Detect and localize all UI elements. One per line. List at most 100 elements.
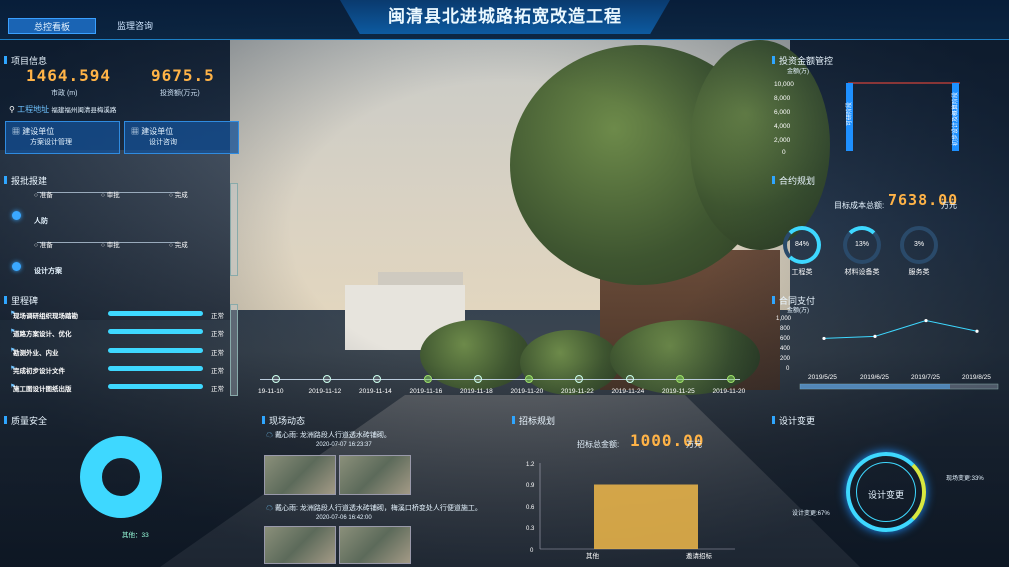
ring-materials-pct: 13% bbox=[854, 241, 869, 248]
milestone-progress bbox=[108, 384, 203, 389]
unit-sub: 方案设计管理 bbox=[30, 139, 72, 146]
bidding-ytick: 0.3 bbox=[526, 526, 535, 532]
bidding-ytick: 0.6 bbox=[526, 505, 535, 511]
tab-dashboard[interactable]: 总控看板 bbox=[8, 18, 96, 34]
pay-ytick: 600 bbox=[780, 336, 791, 342]
timeline-date: 2019-11-20 bbox=[510, 388, 544, 395]
quality-donut bbox=[80, 436, 162, 518]
pay-point[interactable] bbox=[822, 336, 826, 341]
news-photo[interactable] bbox=[339, 455, 411, 495]
investment-label: 投资额(万元) bbox=[160, 90, 200, 97]
timeline-node[interactable] bbox=[373, 375, 381, 383]
news-date: 2020-07-07 16:23:37 bbox=[316, 442, 372, 448]
pay-point[interactable] bbox=[975, 329, 979, 333]
milestone-status: 正常 bbox=[211, 331, 224, 338]
timeline-node[interactable] bbox=[575, 375, 583, 383]
length-label: 市政 (m) bbox=[51, 90, 78, 97]
unit-title: ▦ 建设单位 bbox=[12, 127, 55, 136]
timeline-node[interactable] bbox=[474, 375, 482, 383]
contract-pay-chart: 1,000 800 600 400 200 0 2019/5/25 2019/6… bbox=[776, 316, 999, 390]
bidding-xtick: 其他 bbox=[586, 551, 600, 560]
investment-ytick: 0 bbox=[782, 149, 786, 156]
timeline-node[interactable] bbox=[272, 375, 280, 383]
milestone-progress bbox=[108, 366, 203, 371]
approval-node-dot bbox=[12, 211, 21, 220]
address-value: 福建福州闽清县梅溪路 bbox=[51, 107, 117, 114]
news-item[interactable]: ☁ 戴心雨: 龙洲路段人行道透水砖铺砌。 bbox=[266, 430, 446, 440]
ring-services-label: 服务类 bbox=[908, 269, 930, 276]
unit-title: ▦ 建设单位 bbox=[131, 127, 174, 136]
timeline-node[interactable] bbox=[524, 375, 533, 383]
milestone-label: 施工图设计图纸出版 bbox=[13, 386, 72, 393]
ring-engineering-label: 工程类 bbox=[791, 269, 813, 276]
site-news-heading: 现场动态 bbox=[262, 414, 305, 427]
page-title: 闽清县北进城路拓宽改造工程 bbox=[388, 7, 622, 26]
address-row: ⚲ 工程地址 福建福州闽清县梅溪路 bbox=[9, 104, 116, 115]
investment-value: 9675.5 bbox=[151, 66, 215, 85]
investment-ytick: 2,000 bbox=[774, 137, 791, 144]
approval-scrollbar[interactable] bbox=[230, 183, 238, 276]
timeline-node[interactable] bbox=[676, 375, 684, 383]
timeline-node[interactable] bbox=[322, 375, 331, 383]
unit-button-consulting[interactable]: ▦ 建设单位 设计咨询 bbox=[124, 121, 239, 154]
milestone-label: 完成初步设计文件 bbox=[13, 368, 65, 375]
milestone-status: 正常 bbox=[211, 368, 224, 375]
pay-xtick: 2019/6/25 bbox=[860, 374, 889, 381]
approval-node-dot bbox=[12, 262, 21, 271]
timeline-node[interactable] bbox=[726, 375, 735, 383]
pay-point[interactable] bbox=[873, 334, 877, 338]
pay-scroll-thumb[interactable] bbox=[800, 384, 950, 389]
contract-plan-heading: 合约规划 bbox=[772, 174, 815, 187]
milestones-heading: 里程碑 bbox=[4, 294, 38, 307]
timeline-date: 2019-11-14 bbox=[359, 388, 392, 395]
milestone-progress bbox=[108, 329, 203, 334]
pay-xtick: 2019/7/25 bbox=[911, 374, 940, 381]
design-change-heading: 设计变更 bbox=[772, 414, 815, 427]
quality-legend: 其他：33 bbox=[122, 532, 149, 539]
step-done: ○ 完成 bbox=[169, 192, 188, 199]
target-unit: 万元 bbox=[941, 201, 957, 210]
bidding-ytick: 1.2 bbox=[526, 462, 535, 468]
tab-supervision[interactable]: 监理咨询 bbox=[100, 18, 170, 34]
pay-ytick: 0 bbox=[786, 366, 790, 372]
avatar-icon: ☁ bbox=[266, 505, 273, 512]
pay-ytick: 400 bbox=[780, 346, 791, 352]
unit-button-management[interactable]: ▦ 建设单位 方案设计管理 bbox=[5, 121, 120, 154]
design-change-center: 设计变更 bbox=[867, 490, 904, 500]
approval-group-name: 设计方案 bbox=[34, 268, 62, 275]
pay-xtick: 2019/5/25 bbox=[808, 374, 837, 381]
timeline-date: 2019-11-16 bbox=[409, 388, 443, 395]
news-date: 2020-07-06 16:42:00 bbox=[316, 515, 372, 521]
approval-heading: 报批报建 bbox=[4, 174, 47, 187]
address-label: 工程地址 bbox=[17, 105, 50, 114]
news-photo[interactable] bbox=[264, 526, 336, 564]
timeline-node[interactable] bbox=[625, 375, 634, 383]
ring-engineering-pct: 84% bbox=[794, 241, 809, 248]
milestone-status: 正常 bbox=[211, 313, 224, 320]
timeline-date: 19-11-10 bbox=[258, 388, 284, 395]
news-text: 戴心雨: 龙洲路段人行道透水砖铺砌。 bbox=[274, 432, 391, 439]
investment-ytick: 6,000 bbox=[774, 109, 791, 116]
pay-ytick: 1,000 bbox=[776, 316, 792, 322]
design-change-legend-left: 设计变更:67% bbox=[792, 511, 830, 517]
investment-ytick: 10,000 bbox=[774, 81, 794, 88]
bidding-xtick: 邀请招标 bbox=[686, 551, 713, 560]
milestones-scrollbar[interactable] bbox=[230, 304, 238, 396]
news-photo[interactable] bbox=[339, 526, 411, 564]
news-item[interactable]: ☁ 戴心雨: 龙洲路段人行道透水砖铺砌，梅溪口桥变处人行便道施工。 bbox=[266, 503, 496, 513]
timeline-node[interactable] bbox=[423, 375, 432, 383]
target-label: 目标成本总额: bbox=[834, 201, 885, 210]
investment-chart: 10,000 8,000 6,000 4,000 2,000 0 可研阶段 初步… bbox=[774, 81, 960, 156]
avatar-icon: ☁ bbox=[266, 432, 273, 439]
news-photo[interactable] bbox=[264, 455, 336, 495]
bidding-total-unit: 万元 bbox=[686, 440, 702, 449]
bidding-ytick: 0 bbox=[530, 548, 534, 554]
bidding-bar[interactable] bbox=[594, 484, 698, 550]
investment-ytick: 4,000 bbox=[774, 123, 791, 130]
milestone-status: 正常 bbox=[211, 350, 224, 357]
pay-point[interactable] bbox=[924, 318, 928, 323]
ring-materials-label: 材料设备类 bbox=[844, 269, 880, 276]
design-change-legend-top: 现场变更:33% bbox=[946, 476, 984, 482]
timeline-date: 2019-11-22 bbox=[561, 388, 594, 395]
milestone-label: 现场调研组织现场踏勘 bbox=[13, 313, 78, 320]
